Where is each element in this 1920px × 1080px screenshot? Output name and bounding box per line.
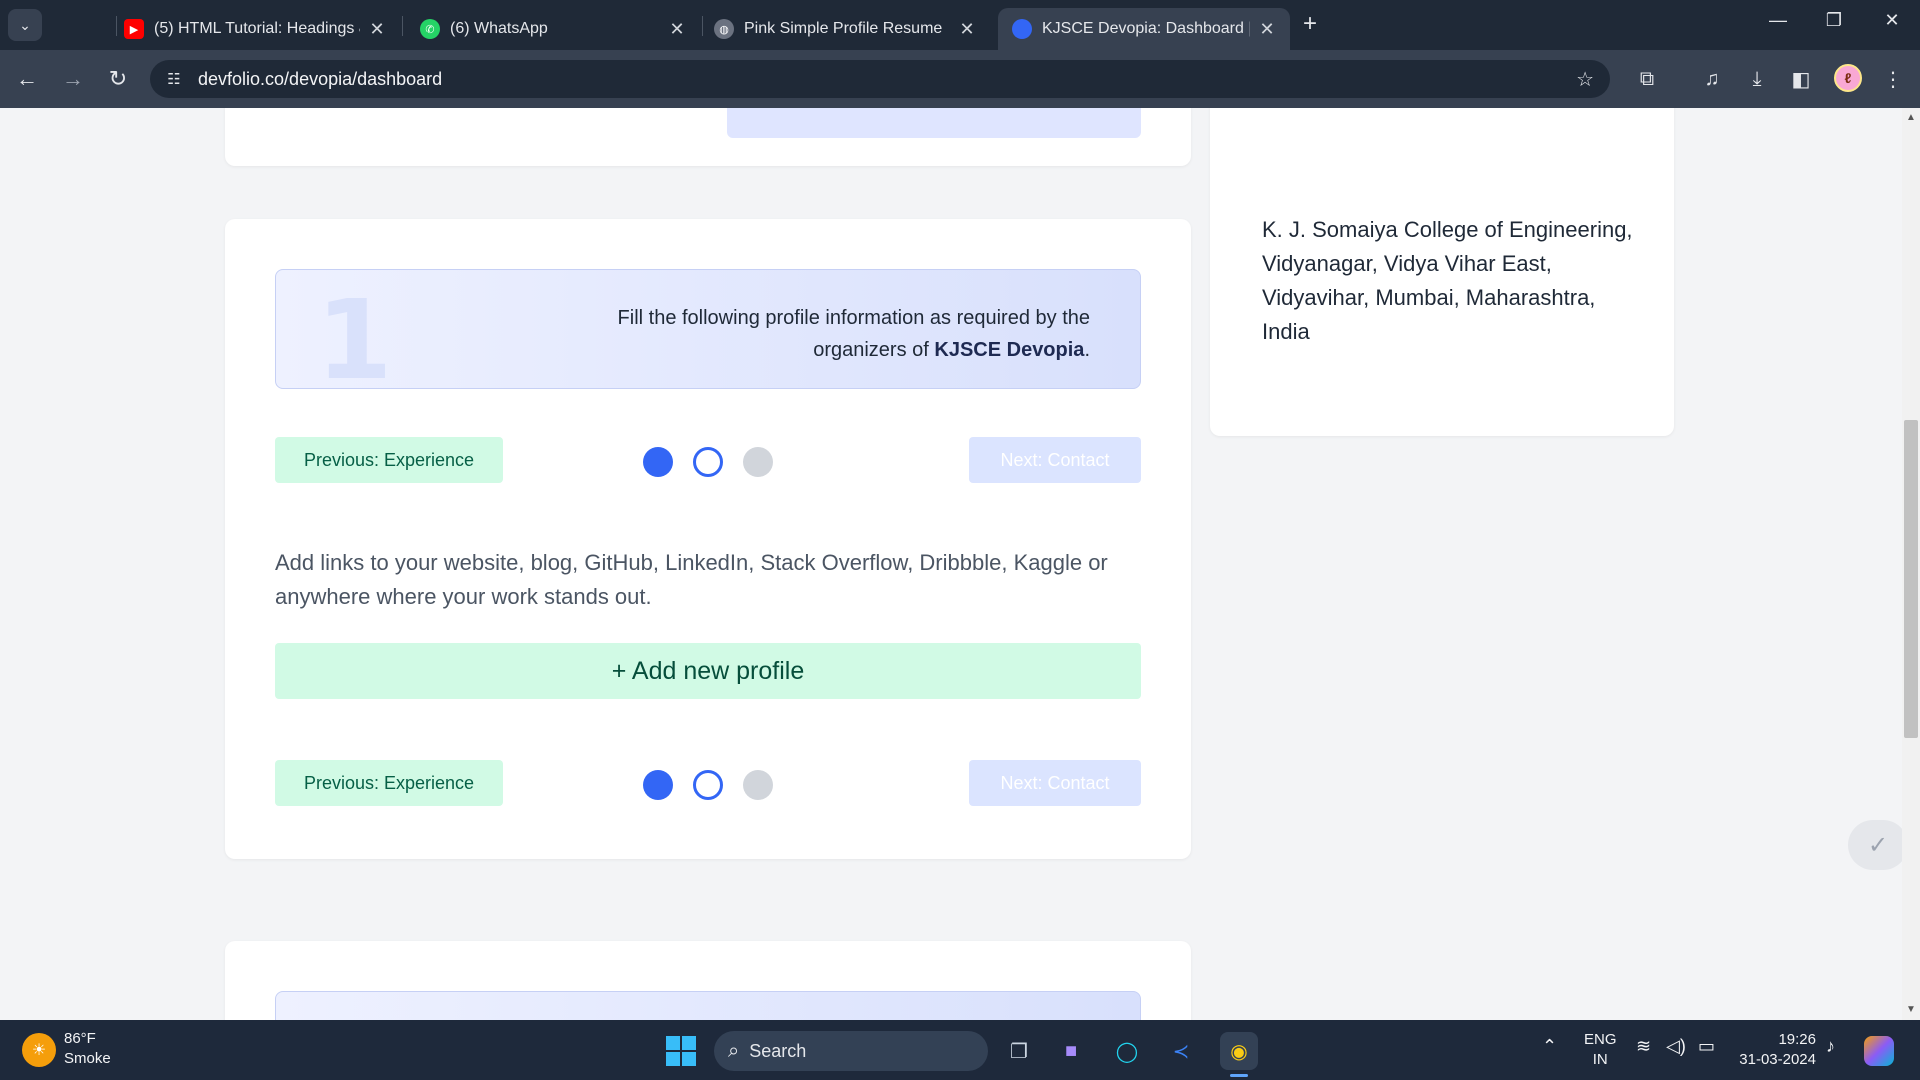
- add-new-profile-button[interactable]: + Add new profile: [275, 643, 1141, 699]
- scroll-down-arrow[interactable]: ▼: [1904, 1004, 1918, 1015]
- arrow-right-icon: →: [62, 66, 84, 91]
- search-placeholder: Search: [749, 1040, 807, 1061]
- volume-icon[interactable]: ◁): [1666, 1036, 1686, 1057]
- previous-section-card: [225, 108, 1191, 166]
- close-icon[interactable]: ✕: [1258, 19, 1276, 40]
- scrollbar-thumb[interactable]: [1904, 420, 1918, 738]
- tab-search-button[interactable]: ⌄: [8, 9, 42, 41]
- weather-icon[interactable]: ☀: [22, 1033, 56, 1067]
- region-code: IN: [1592, 1051, 1608, 1068]
- links-helper-text: Add links to your website, blog, GitHub,…: [275, 550, 1108, 609]
- site-info-icon[interactable]: ☷: [162, 70, 186, 88]
- task-view-icon[interactable]: ❐: [1000, 1032, 1038, 1070]
- check-icon[interactable]: ✓: [1848, 820, 1908, 870]
- step-banner: 1 Fill the following profile information…: [275, 269, 1141, 404]
- step-number: 1: [316, 276, 393, 404]
- weather-temperature[interactable]: 86°F: [64, 1030, 96, 1047]
- close-window-button[interactable]: ✕: [1872, 10, 1912, 31]
- taskbar-search[interactable]: ⌕ Search: [714, 1031, 988, 1071]
- language-code: ENG: [1584, 1031, 1617, 1048]
- minimize-button[interactable]: —: [1758, 10, 1798, 31]
- download-icon[interactable]: ⤓: [1742, 64, 1772, 94]
- step-dot-upcoming: [743, 770, 773, 800]
- close-icon[interactable]: ✕: [668, 19, 686, 40]
- bookmark-star-icon[interactable]: ☆: [1576, 67, 1594, 92]
- media-control-icon[interactable]: ♫: [1697, 64, 1727, 94]
- next-section-card: [225, 941, 1191, 1020]
- step-dot-current: [693, 447, 723, 477]
- start-button[interactable]: [666, 1036, 696, 1066]
- menu-dots-icon[interactable]: ⋮: [1878, 64, 1908, 94]
- scroll-up-arrow[interactable]: ▲: [1904, 112, 1918, 123]
- teams-meet-icon[interactable]: ■: [1052, 1032, 1090, 1070]
- step-dot-upcoming: [743, 447, 773, 477]
- back-button[interactable]: ←: [12, 66, 42, 92]
- new-tab-button[interactable]: +: [1303, 10, 1317, 38]
- tab-youtube[interactable]: ▶ (5) HTML Tutorial: Headings & Paragrap…: [110, 8, 400, 50]
- arrow-left-icon: ←: [16, 66, 38, 91]
- step-indicator: [643, 447, 773, 477]
- venue-address: K. J. Somaiya College of Engineering, Vi…: [1262, 217, 1633, 344]
- url-text[interactable]: devfolio.co/devopia/dashboard: [198, 69, 442, 90]
- active-app-indicator: [1230, 1074, 1248, 1077]
- hackathon-info-card: K. J. Somaiya College of Engineering, Vi…: [1210, 108, 1674, 436]
- restore-button[interactable]: ❐: [1814, 10, 1854, 31]
- next-section-banner: [275, 991, 1141, 1020]
- tab-whatsapp[interactable]: ✆ (6) WhatsApp ✕: [406, 8, 700, 50]
- side-panel-icon[interactable]: ◧: [1786, 64, 1816, 94]
- clock[interactable]: 19:26 31-03-2024: [1736, 1030, 1816, 1070]
- tab-separator: [402, 16, 403, 36]
- reload-button[interactable]: ↻: [103, 66, 133, 92]
- tab-devfolio[interactable]: KJSCE Devopia: Dashboard | Devfolio ✕: [998, 8, 1290, 50]
- input-language[interactable]: ENG IN: [1584, 1030, 1617, 1070]
- organizer-name: KJSCE Devopia: [934, 339, 1085, 361]
- battery-icon[interactable]: ▭: [1698, 1036, 1715, 1057]
- tab-resume[interactable]: ◍ Pink Simple Profile Resume ✕: [700, 8, 990, 50]
- forward-button[interactable]: →: [58, 66, 88, 92]
- previous-experience-button[interactable]: Previous: Experience: [275, 760, 503, 806]
- notification-bell-icon[interactable]: ♪: [1826, 1036, 1835, 1057]
- step-nav-top: Previous: Experience Next: Contact: [275, 437, 1141, 483]
- copilot-icon[interactable]: [1864, 1036, 1894, 1066]
- chevron-up-icon[interactable]: ⌃: [1542, 1036, 1557, 1057]
- previous-experience-button[interactable]: Previous: Experience: [275, 437, 503, 483]
- banner-text: Fill the following profile information a…: [530, 302, 1090, 366]
- devfolio-icon: [1012, 19, 1032, 39]
- page-viewport: K. J. Somaiya College of Engineering, Vi…: [0, 108, 1902, 1020]
- previous-section-banner: [727, 108, 1141, 138]
- date: 31-03-2024: [1739, 1051, 1816, 1068]
- step-dot-completed: [643, 770, 673, 800]
- step-dot-current: [693, 770, 723, 800]
- step-indicator: [643, 770, 773, 800]
- chrome-icon[interactable]: ◉: [1220, 1032, 1258, 1070]
- profile-avatar[interactable]: ℓ: [1834, 64, 1862, 92]
- reload-icon: ↻: [108, 66, 128, 91]
- next-contact-button[interactable]: Next: Contact: [969, 760, 1141, 806]
- whatsapp-icon: ✆: [420, 19, 440, 39]
- next-contact-button[interactable]: Next: Contact: [969, 437, 1141, 483]
- tab-title: (5) HTML Tutorial: Headings & Paragraphs: [154, 20, 360, 37]
- close-icon[interactable]: ✕: [368, 19, 386, 40]
- vscode-icon[interactable]: ≺: [1162, 1032, 1200, 1070]
- banner-text-suffix: .: [1084, 339, 1090, 361]
- wifi-icon[interactable]: ≋: [1636, 1036, 1651, 1057]
- extensions-icon[interactable]: ⧉: [1632, 64, 1662, 94]
- tab-title: Pink Simple Profile Resume: [744, 20, 943, 37]
- step-dot-completed: [643, 447, 673, 477]
- address-bar[interactable]: ☷ devfolio.co/devopia/dashboard ☆: [150, 60, 1610, 98]
- globe-icon: ◍: [714, 19, 734, 39]
- tab-title: (6) WhatsApp: [450, 20, 548, 37]
- youtube-icon: ▶: [124, 19, 144, 39]
- tab-title: KJSCE Devopia: Dashboard | Devfolio: [1042, 20, 1250, 37]
- close-icon[interactable]: ✕: [958, 19, 976, 40]
- cortana-icon[interactable]: ◯: [1108, 1032, 1146, 1070]
- chevron-down-icon: ⌄: [19, 16, 31, 33]
- step-nav-bottom: Previous: Experience Next: Contact: [275, 760, 1141, 806]
- weather-condition[interactable]: Smoke: [64, 1050, 111, 1067]
- search-icon: ⌕: [728, 1039, 740, 1062]
- time: 19:26: [1778, 1031, 1816, 1048]
- links-section-card: 1 Fill the following profile information…: [225, 219, 1191, 859]
